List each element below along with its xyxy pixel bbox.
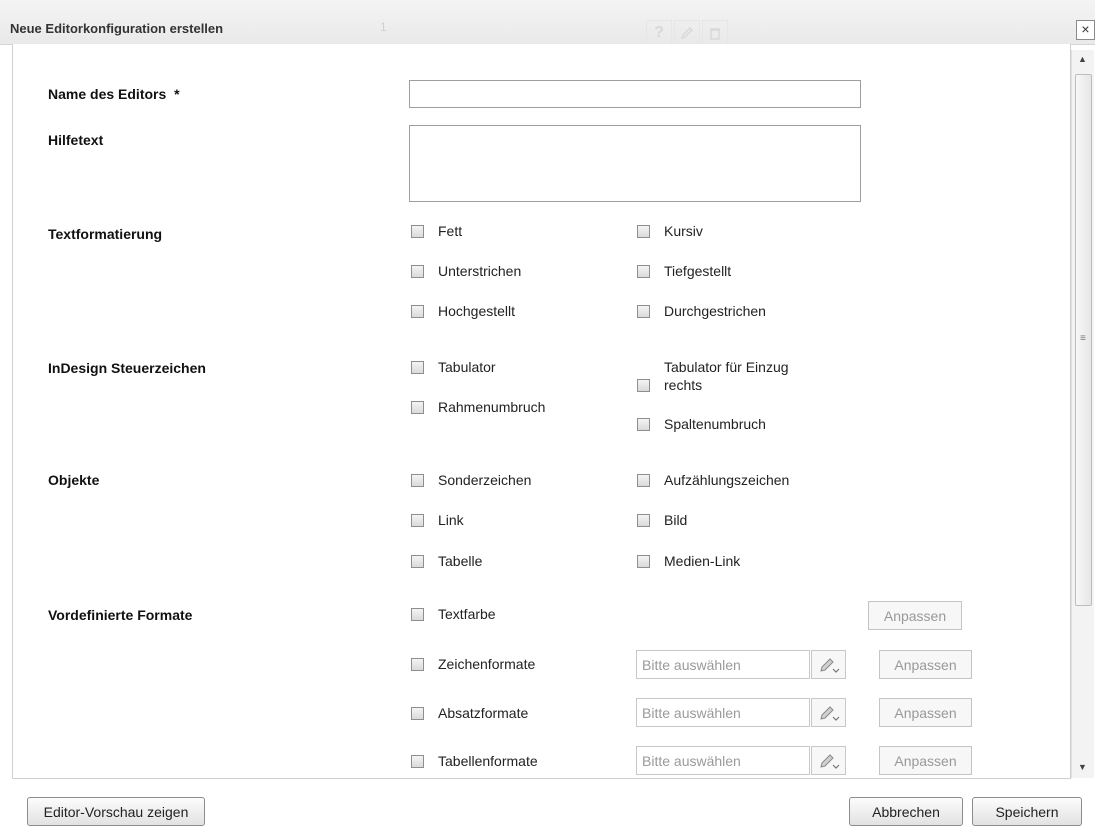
- table-format-select[interactable]: Bitte auswählen: [636, 746, 810, 775]
- checkbox-box[interactable]: [637, 264, 650, 278]
- grip-icon: ≡: [1080, 333, 1086, 344]
- checkbox-table[interactable]: Tabelle: [411, 553, 482, 569]
- scroll-up-icon[interactable]: ▲: [1078, 54, 1087, 64]
- dialog-titlebar: Neue Editorkonfiguration erstellen 1 ? ×: [0, 0, 1095, 46]
- checkbox-image[interactable]: Bild: [637, 512, 687, 528]
- adjust-paragraph-formats-button[interactable]: Anpassen: [879, 698, 972, 727]
- editor-name-input[interactable]: [409, 80, 861, 108]
- checkbox-label: Rahmenumbruch: [438, 399, 546, 415]
- vertical-scrollbar[interactable]: ▲ ≡ ▼: [1071, 50, 1094, 778]
- dialog-title: Neue Editorkonfiguration erstellen: [10, 21, 224, 36]
- checkbox-label: Hochgestellt: [438, 303, 516, 319]
- checkbox-label: Durchgestrichen: [664, 303, 766, 319]
- checkbox-box[interactable]: [411, 706, 424, 720]
- checkbox-label: Tabulator: [438, 359, 496, 375]
- checkbox-strikethrough[interactable]: Durchgestrichen: [637, 303, 766, 319]
- checkbox-box[interactable]: [411, 264, 424, 278]
- pencil-icon: [674, 20, 700, 46]
- close-button[interactable]: ×: [1076, 20, 1095, 40]
- checkbox-subscript[interactable]: Tiefgestellt: [637, 263, 731, 279]
- checkbox-label: Link: [438, 512, 464, 528]
- checkbox-label: Sonderzeichen: [438, 472, 532, 488]
- required-mark: *: [174, 86, 180, 102]
- checkbox-label: Absatzformate: [438, 705, 529, 721]
- checkbox-bold[interactable]: Fett: [411, 223, 462, 239]
- checkbox-underline[interactable]: Unterstrichen: [411, 263, 521, 279]
- scroll-down-icon[interactable]: ▼: [1078, 762, 1087, 772]
- formats-label: Vordefinierte Formate: [48, 607, 193, 623]
- checkbox-label: Tiefgestellt: [664, 263, 732, 279]
- checkbox-box[interactable]: [411, 304, 424, 318]
- checkbox-box[interactable]: [637, 513, 650, 527]
- checkbox-box[interactable]: [637, 224, 650, 238]
- pencil-dropdown-icon[interactable]: [811, 746, 846, 775]
- indesign-label: InDesign Steuerzeichen: [48, 360, 206, 376]
- checkbox-label: Tabelle: [438, 553, 483, 569]
- help-icon: ?: [646, 20, 672, 46]
- checkbox-box[interactable]: [637, 304, 650, 318]
- checkbox-box[interactable]: [411, 754, 424, 768]
- checkbox-box[interactable]: [411, 513, 424, 527]
- checkbox-box[interactable]: [411, 554, 424, 568]
- checkbox-label: Bild: [664, 512, 688, 528]
- char-format-select[interactable]: Bitte auswählen: [636, 650, 810, 679]
- checkbox-special-chars[interactable]: Sonderzeichen: [411, 472, 531, 488]
- checkbox-label: Unterstrichen: [438, 263, 522, 279]
- background-toolbar: ?: [646, 20, 728, 46]
- adjust-table-formats-button[interactable]: Anpassen: [879, 746, 972, 775]
- name-label: Name des Editors *: [48, 86, 180, 102]
- checkbox-box[interactable]: [411, 473, 424, 487]
- checkbox-tabulator[interactable]: Tabulator: [411, 359, 496, 375]
- pencil-dropdown-icon[interactable]: [811, 698, 846, 727]
- checkbox-table-formats[interactable]: Tabellenformate: [411, 753, 538, 769]
- checkbox-label: Spaltenumbruch: [664, 416, 766, 432]
- checkbox-label: Textfarbe: [438, 606, 496, 622]
- editor-preview-button[interactable]: Editor-Vorschau zeigen: [27, 797, 205, 826]
- checkbox-paragraph-formats[interactable]: Absatzformate: [411, 705, 528, 721]
- paragraph-format-select[interactable]: Bitte auswählen: [636, 698, 810, 727]
- checkbox-box[interactable]: [411, 360, 424, 374]
- checkbox-box[interactable]: [411, 657, 424, 671]
- objects-label: Objekte: [48, 472, 100, 488]
- help-label: Hilfetext: [48, 132, 104, 148]
- checkbox-char-formats[interactable]: Zeichenformate: [411, 656, 535, 672]
- adjust-char-formats-button[interactable]: Anpassen: [879, 650, 972, 679]
- name-label-text: Name des Editors: [48, 86, 167, 102]
- save-button[interactable]: Speichern: [972, 797, 1082, 826]
- checkbox-box[interactable]: [411, 400, 424, 414]
- checkbox-box[interactable]: [637, 473, 650, 487]
- help-text-area[interactable]: [409, 125, 861, 202]
- checkbox-label: Tabellenformate: [438, 753, 538, 769]
- textformat-label: Textformatierung: [48, 226, 163, 242]
- checkbox-media-link[interactable]: Medien-Link: [637, 553, 740, 569]
- checkbox-box[interactable]: [637, 554, 650, 568]
- scroll-thumb[interactable]: ≡: [1075, 74, 1092, 606]
- checkbox-text-color[interactable]: Textfarbe: [411, 606, 496, 622]
- checkbox-tab-indent-right[interactable]: Tabulator für Einzug rechts: [637, 358, 827, 394]
- checkbox-label: Fett: [438, 223, 463, 239]
- checkbox-italic[interactable]: Kursiv: [637, 223, 703, 239]
- checkbox-box[interactable]: [637, 378, 650, 392]
- trash-icon: [702, 20, 728, 46]
- checkbox-bullets[interactable]: Aufzählungszeichen: [637, 472, 789, 488]
- checkbox-label: Medien-Link: [664, 553, 741, 569]
- checkbox-box[interactable]: [411, 224, 424, 238]
- adjust-text-color-button[interactable]: Anpassen: [868, 601, 962, 630]
- checkbox-superscript[interactable]: Hochgestellt: [411, 303, 515, 319]
- cancel-button[interactable]: Abbrechen: [849, 797, 963, 826]
- checkbox-link[interactable]: Link: [411, 512, 464, 528]
- checkbox-label: Kursiv: [664, 223, 703, 239]
- checkbox-box[interactable]: [637, 417, 650, 431]
- checkbox-label: Tabulator für Einzug rechts: [664, 359, 789, 393]
- checkbox-label: Aufzählungszeichen: [664, 472, 790, 488]
- checkbox-frame-break[interactable]: Rahmenumbruch: [411, 399, 545, 415]
- checkbox-label: Zeichenformate: [438, 656, 536, 672]
- checkbox-column-break[interactable]: Spaltenumbruch: [637, 416, 766, 432]
- checkbox-box[interactable]: [411, 607, 424, 621]
- pencil-dropdown-icon[interactable]: [811, 650, 846, 679]
- background-number: 1: [380, 20, 387, 34]
